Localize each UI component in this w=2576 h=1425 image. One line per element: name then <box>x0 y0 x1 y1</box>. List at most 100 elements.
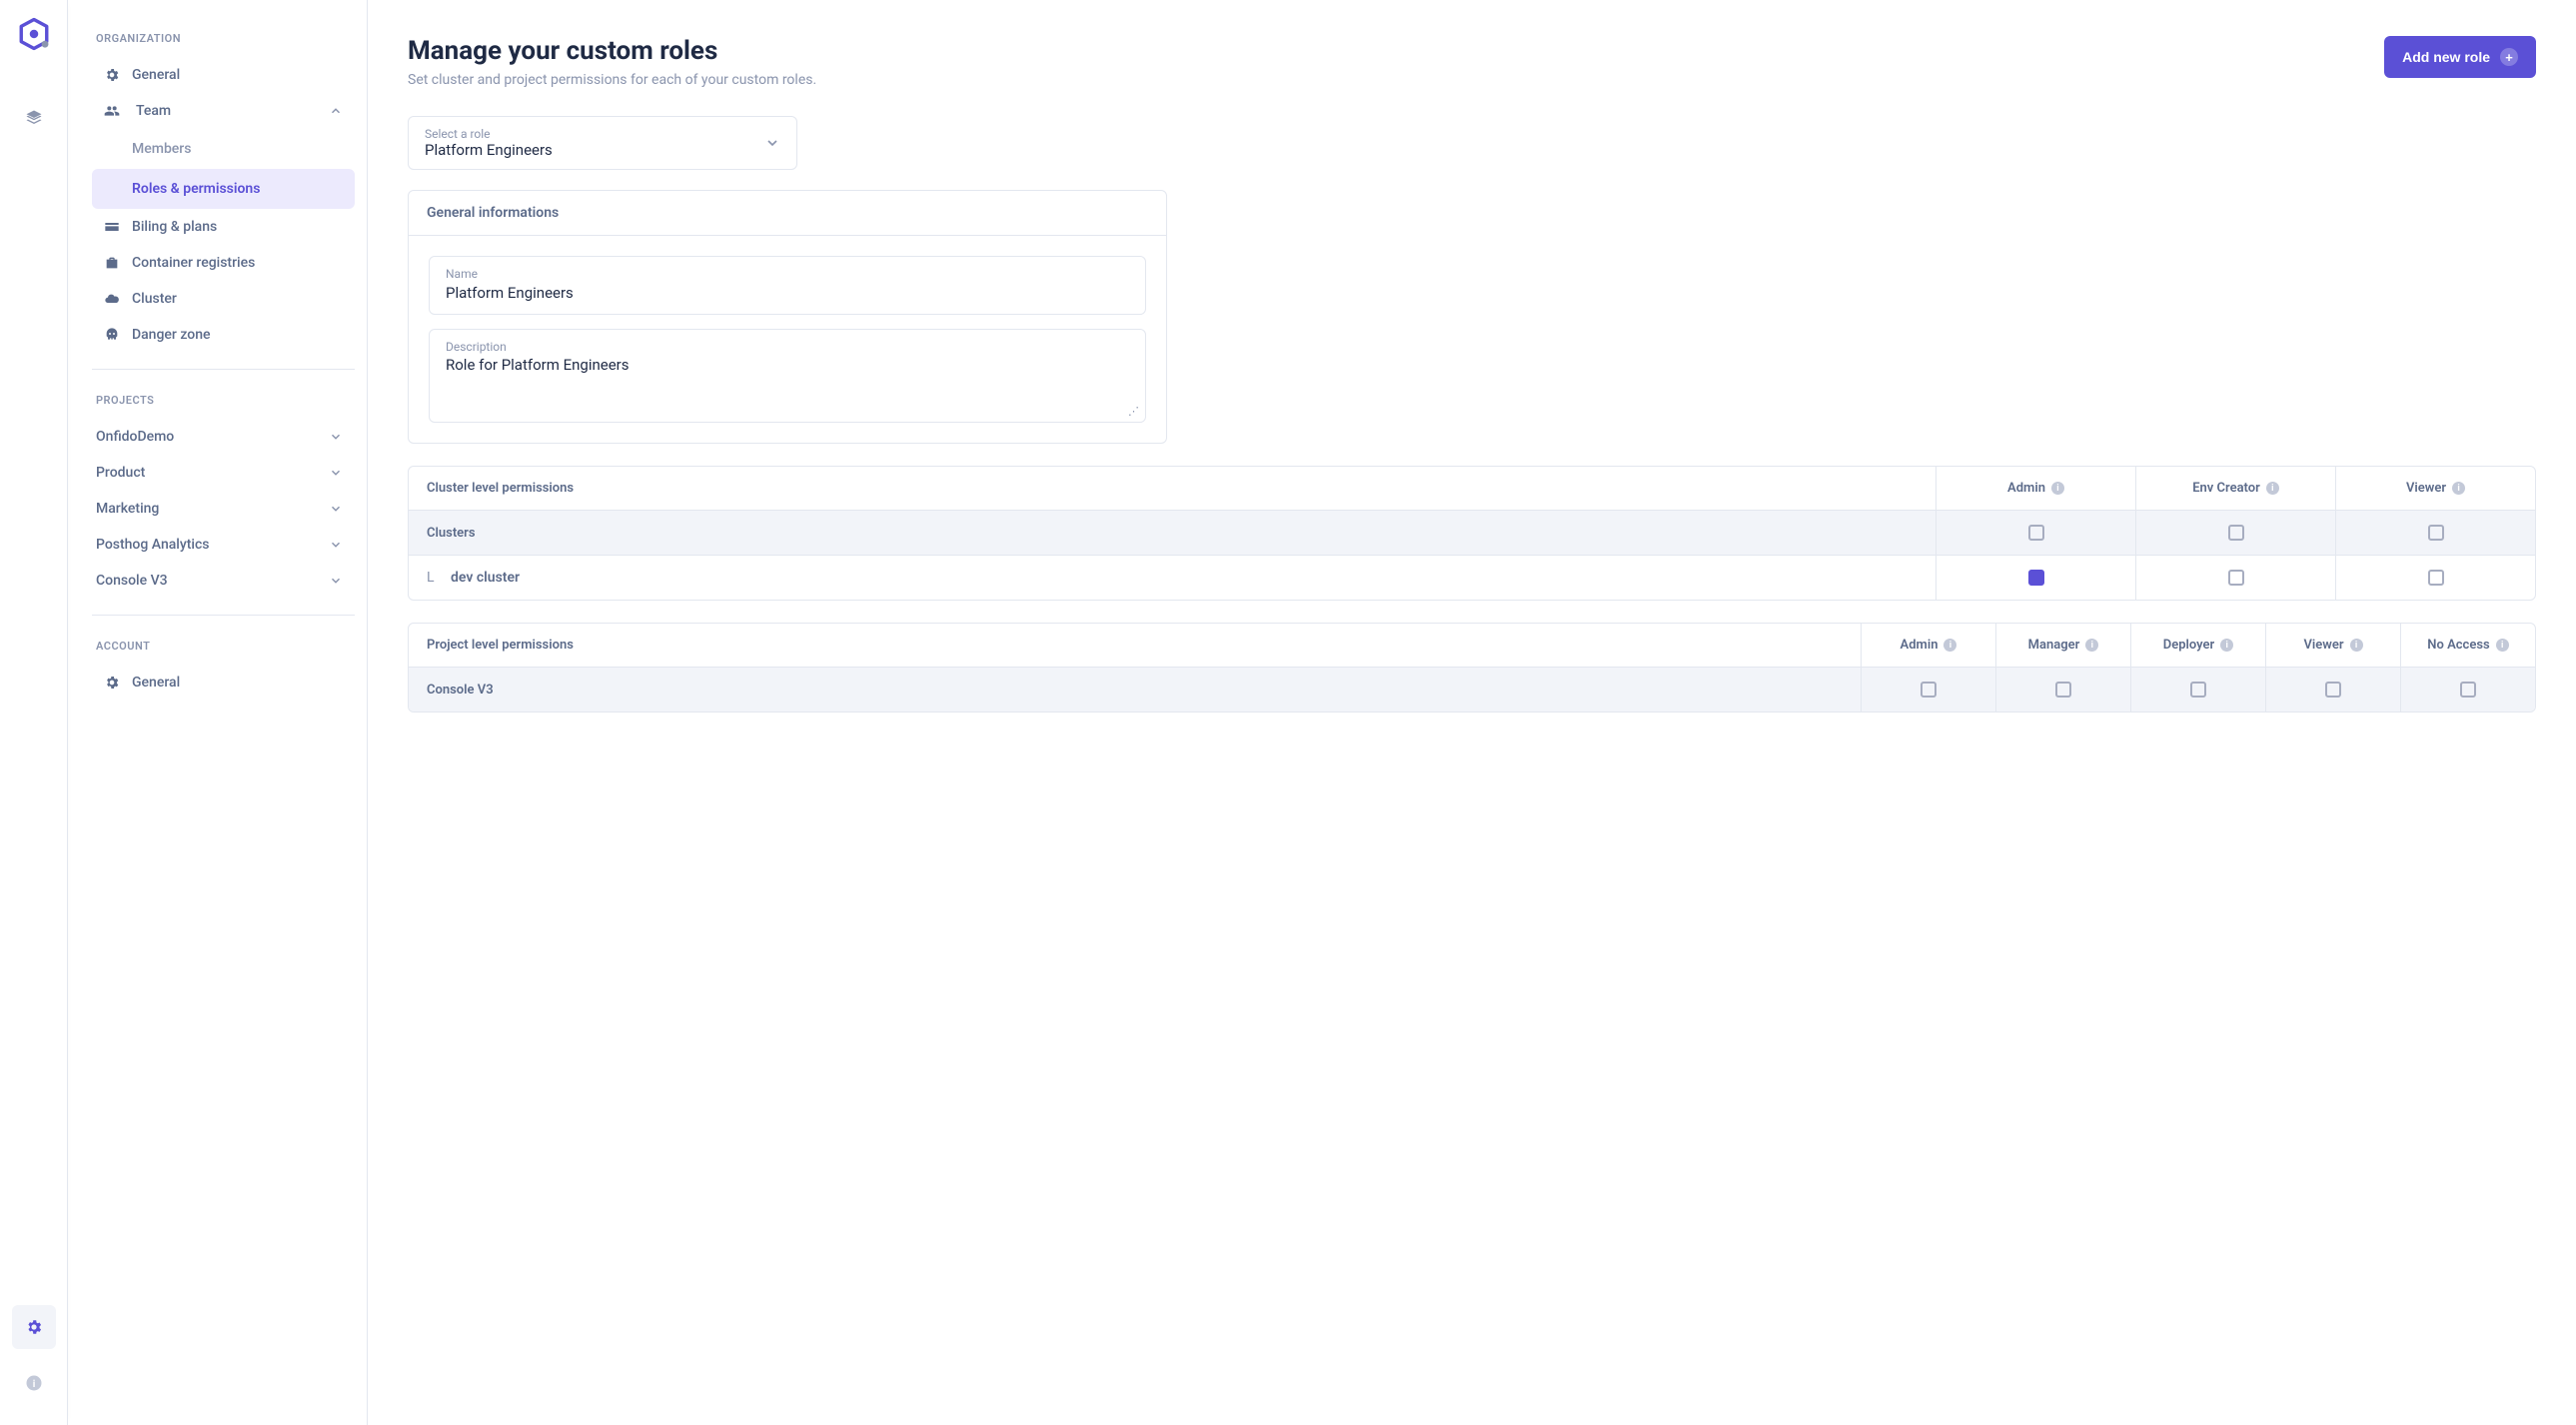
sidebar-sub-label: Members <box>132 141 191 157</box>
tree-indent-icon: L <box>427 570 437 586</box>
card-icon <box>104 219 120 235</box>
sidebar-item-account-general[interactable]: General <box>92 665 355 701</box>
add-new-role-label: Add new role <box>2402 49 2490 65</box>
chevron-down-icon <box>329 466 343 480</box>
col-header-admin: Admini <box>1861 624 1995 667</box>
sidebar-item-cluster[interactable]: Cluster <box>92 281 355 317</box>
rail-settings-button[interactable] <box>12 1305 56 1349</box>
description-field-wrapper: Description ⋰ <box>429 329 1146 423</box>
chevron-down-icon <box>329 430 343 444</box>
general-info-card: General informations Name Description ⋰ <box>408 190 1167 444</box>
checkbox[interactable] <box>2055 682 2071 698</box>
chevron-down-icon <box>764 135 780 151</box>
sidebar-item-label: Cluster <box>132 291 177 307</box>
col-header-viewer: Vieweri <box>2335 467 2535 510</box>
col-header-deployer: Deployeri <box>2130 624 2265 667</box>
table-row: Ldev cluster <box>409 555 2535 600</box>
sidebar-project-item[interactable]: Posthog Analytics <box>92 527 355 563</box>
left-rail: i <box>0 0 68 1425</box>
checkbox[interactable] <box>2028 570 2044 586</box>
checkbox-cell <box>1935 556 2135 600</box>
sidebar-project-item[interactable]: Product <box>92 455 355 491</box>
info-icon[interactable]: i <box>2452 482 2465 495</box>
info-icon[interactable]: i <box>2220 639 2233 652</box>
sidebar-item-danger[interactable]: Danger zone <box>92 317 355 353</box>
resize-handle-icon: ⋰ <box>1128 405 1139 418</box>
add-new-role-button[interactable]: Add new role + <box>2384 36 2536 78</box>
chevron-down-icon <box>329 538 343 552</box>
chevron-up-icon <box>329 104 343 118</box>
checkbox[interactable] <box>2428 570 2444 586</box>
sidebar-item-team[interactable]: Team <box>92 93 355 129</box>
chevron-down-icon <box>329 502 343 516</box>
sidebar-project-label: OnfidoDemo <box>96 429 174 445</box>
briefcase-icon <box>104 255 120 271</box>
sidebar-sub-roles[interactable]: Roles & permissions <box>92 169 355 209</box>
svg-text:i: i <box>32 1379 35 1390</box>
sidebar-sub-label: Roles & permissions <box>132 181 260 197</box>
sidebar-divider <box>92 615 355 616</box>
checkbox[interactable] <box>2460 682 2476 698</box>
rail-layers-button[interactable] <box>12 96 56 140</box>
checkbox[interactable] <box>2028 525 2044 541</box>
general-info-heading: General informations <box>409 191 1166 236</box>
sidebar-item-general[interactable]: General <box>92 57 355 93</box>
rail-info-button[interactable]: i <box>12 1361 56 1405</box>
info-icon[interactable]: i <box>2051 482 2064 495</box>
checkbox[interactable] <box>2428 525 2444 541</box>
cluster-table-title: Cluster level permissions <box>409 467 1935 510</box>
description-textarea[interactable] <box>446 356 1129 406</box>
role-select-value: Platform Engineers <box>425 141 553 159</box>
sidebar-item-label: Container registries <box>132 255 255 271</box>
sidebar-sub-members[interactable]: Members <box>92 129 355 169</box>
role-select-label: Select a role <box>425 127 553 141</box>
info-icon[interactable]: i <box>2496 639 2509 652</box>
sidebar-project-label: Product <box>96 465 145 481</box>
sidebar-project-item[interactable]: Marketing <box>92 491 355 527</box>
sidebar-item-label: Biling & plans <box>132 219 217 235</box>
row-name-cell: Ldev cluster <box>409 556 1935 600</box>
sidebar-item-label: Danger zone <box>132 327 211 343</box>
name-field-label: Name <box>446 267 1129 281</box>
cluster-permissions-table: Cluster level permissions Admini Env Cre… <box>408 466 2536 601</box>
info-icon[interactable]: i <box>2350 639 2363 652</box>
col-header-no-access: No Accessi <box>2400 624 2535 667</box>
checkbox-cell <box>2135 556 2335 600</box>
sidebar-heading-projects: PROJECTS <box>96 394 355 407</box>
sidebar-item-label: General <box>132 675 180 691</box>
checkbox[interactable] <box>1921 682 1936 698</box>
checkbox[interactable] <box>2228 525 2244 541</box>
sidebar-item-registries[interactable]: Container registries <box>92 245 355 281</box>
info-icon[interactable]: i <box>2085 639 2098 652</box>
plus-icon: + <box>2500 48 2518 66</box>
col-header-viewer: Vieweri <box>2265 624 2400 667</box>
skull-icon <box>104 327 120 343</box>
col-header-manager: Manageri <box>1995 624 2130 667</box>
project-group-label: Console V3 <box>409 669 1861 712</box>
col-header-admin: Admini <box>1935 467 2135 510</box>
sidebar-project-item[interactable]: OnfidoDemo <box>92 419 355 455</box>
checkbox-cell <box>2335 556 2535 600</box>
cluster-group-label: Clusters <box>409 512 1935 555</box>
checkbox[interactable] <box>2190 682 2206 698</box>
sidebar-item-label: Team <box>136 103 171 119</box>
row-name-label: dev cluster <box>451 570 520 586</box>
name-input[interactable] <box>446 284 1129 302</box>
checkbox[interactable] <box>2325 682 2341 698</box>
sidebar-project-label: Console V3 <box>96 573 168 589</box>
app-logo[interactable] <box>16 16 52 52</box>
info-icon[interactable]: i <box>1943 639 1956 652</box>
sidebar-item-billing[interactable]: Biling & plans <box>92 209 355 245</box>
sidebar-item-label: General <box>132 67 180 83</box>
sidebar-project-item[interactable]: Console V3 <box>92 563 355 599</box>
name-field-wrapper: Name <box>429 256 1146 315</box>
chevron-down-icon <box>329 574 343 588</box>
gear-icon <box>104 675 120 691</box>
main-content: Manage your custom roles Set cluster and… <box>368 0 2576 1425</box>
role-select[interactable]: Select a role Platform Engineers <box>408 116 797 170</box>
page-subtitle: Set cluster and project permissions for … <box>408 72 816 88</box>
cloud-icon <box>104 291 120 307</box>
project-permissions-table: Project level permissions Admini Manager… <box>408 623 2536 712</box>
info-icon[interactable]: i <box>2266 482 2279 495</box>
checkbox[interactable] <box>2228 570 2244 586</box>
